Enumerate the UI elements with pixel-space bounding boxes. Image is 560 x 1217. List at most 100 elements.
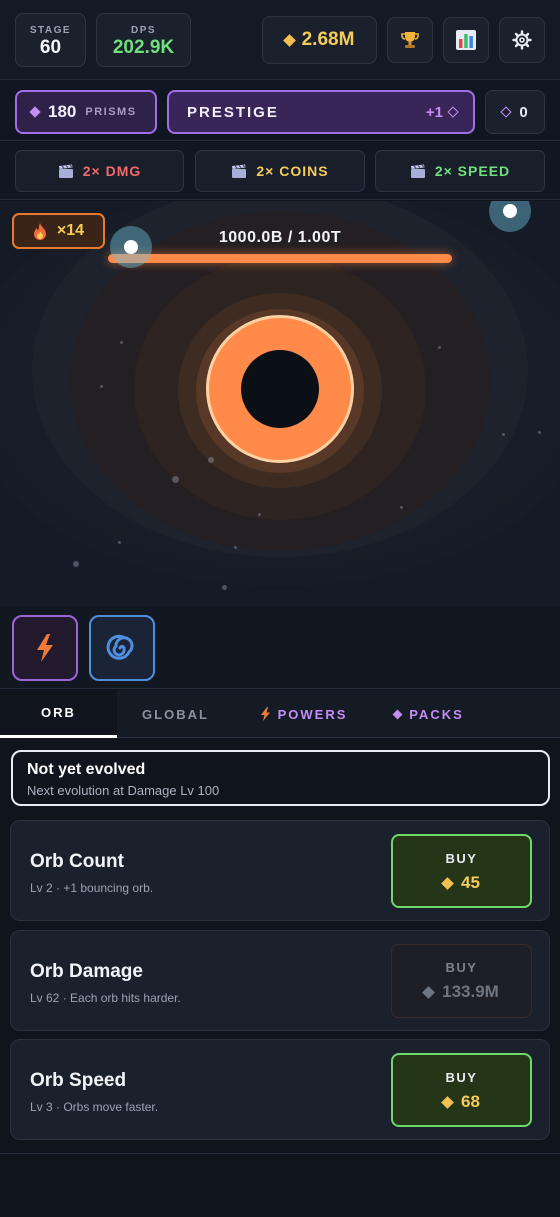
boost-coins-button[interactable]: 2× COINS xyxy=(195,150,365,192)
target-hp-bar xyxy=(108,254,452,263)
tab-packs-label: PACKS xyxy=(409,706,464,722)
tab-powers-label: POWERS xyxy=(277,706,348,722)
trophy-icon xyxy=(401,32,419,48)
powers-bar xyxy=(0,607,560,689)
buy-label: BUY xyxy=(445,1070,478,1085)
game-area[interactable]: ×14 1000.0B / 1.00T xyxy=(0,201,560,607)
tab-global-label: GLOBAL xyxy=(142,706,209,722)
coin-balance: 2.68M xyxy=(262,16,377,64)
bouncing-orb xyxy=(110,226,152,268)
orb-core xyxy=(503,204,517,218)
upgrade-panel: Not yet evolved Next evolution at Damage… xyxy=(0,739,560,1154)
upgrade-description: Lv 2 · +1 bouncing orb. xyxy=(30,881,154,895)
buy-orb-count-button[interactable]: BUY 45 xyxy=(391,834,532,908)
buy-label: BUY xyxy=(445,851,478,866)
prism-outline-icon xyxy=(447,106,459,118)
boost-damage-label: 2× DMG xyxy=(82,163,142,179)
particle xyxy=(222,585,227,590)
particle xyxy=(400,506,403,509)
clapperboard-icon xyxy=(58,164,73,178)
stage-label: STAGE xyxy=(29,25,72,36)
buy-price-value: 45 xyxy=(461,873,480,892)
upgrade-description: Lv 62 · Each orb hits harder. xyxy=(30,991,181,1005)
prestige-gain: +1 xyxy=(425,103,459,121)
upgrade-name: Orb Speed xyxy=(30,1070,127,1091)
combo-badge: ×14 xyxy=(12,213,105,249)
bar-chart-icon xyxy=(456,30,476,50)
upgrade-name: Orb Damage xyxy=(30,961,143,982)
upgrade-description: Lv 3 · Orbs move faster. xyxy=(30,1100,159,1114)
power-lightning-button[interactable] xyxy=(12,615,78,681)
particle xyxy=(502,433,505,436)
boost-coins-label: 2× COINS xyxy=(256,163,329,179)
coin-icon xyxy=(282,33,296,47)
tab-packs[interactable]: PACKS xyxy=(374,690,484,738)
buy-label: BUY xyxy=(445,960,478,975)
achievements-button[interactable] xyxy=(387,17,433,63)
prisms-balance[interactable]: 180 PRISMS xyxy=(15,90,157,134)
lightning-icon xyxy=(260,707,270,721)
settings-button[interactable] xyxy=(499,17,545,63)
boost-speed-label: 2× SPEED xyxy=(434,163,511,179)
particle xyxy=(258,513,261,516)
boost-damage-button[interactable]: 2× DMG xyxy=(15,150,184,192)
particle xyxy=(172,476,179,483)
prism-count-value: 0 xyxy=(519,103,528,121)
combo-value: ×14 xyxy=(56,222,85,239)
particle xyxy=(438,346,441,349)
vortex-icon xyxy=(106,634,134,660)
tab-global[interactable]: GLOBAL xyxy=(117,690,234,738)
buy-price: 45 xyxy=(393,873,530,893)
evolution-status: Not yet evolved Next evolution at Damage… xyxy=(11,750,550,806)
buy-orb-damage-button[interactable]: BUY 133.9M xyxy=(391,944,532,1018)
buy-price-value: 68 xyxy=(461,1092,480,1111)
stats-button[interactable] xyxy=(443,17,489,63)
boost-row: 2× DMG 2× COINS 2× SPEED xyxy=(0,142,560,200)
particle xyxy=(208,457,214,463)
clapperboard-icon xyxy=(410,164,425,178)
top-bar: STAGE 60 DPS 202.9K 2.68M xyxy=(0,0,560,80)
buy-price: 133.9M xyxy=(392,982,531,1002)
orb-core xyxy=(124,240,138,254)
target-hp-text: 1000.0B / 1.00T xyxy=(218,229,342,246)
gear-icon xyxy=(512,30,532,50)
prism-outline-icon xyxy=(500,106,512,118)
particle xyxy=(234,546,237,549)
tab-powers[interactable]: POWERS xyxy=(234,690,374,738)
particle xyxy=(100,385,103,388)
prisms-value: 180 xyxy=(48,102,77,121)
boost-speed-button[interactable]: 2× SPEED xyxy=(375,150,545,192)
particle xyxy=(538,431,541,434)
evolution-title: Not yet evolved xyxy=(27,761,146,778)
coin-icon xyxy=(422,985,436,999)
power-vortex-button[interactable] xyxy=(89,615,155,681)
particle xyxy=(120,341,123,344)
coin-icon xyxy=(441,1095,454,1109)
upgrade-card-orb-count: Orb Count Lv 2 · +1 bouncing orb. BUY 45 xyxy=(10,820,550,921)
prestige-row: 180 PRISMS PRESTIGE +1 0 xyxy=(0,81,560,141)
upgrade-card-orb-speed: Orb Speed Lv 3 · Orbs move faster. BUY 6… xyxy=(10,1039,550,1140)
tab-orb[interactable]: ORB xyxy=(0,690,117,738)
buy-price-value: 133.9M xyxy=(442,982,499,1001)
tab-orb-label: ORB xyxy=(41,705,76,720)
buy-price: 68 xyxy=(393,1092,530,1112)
buy-orb-speed-button[interactable]: BUY 68 xyxy=(391,1053,532,1127)
prestige-gain-value: +1 xyxy=(425,103,443,121)
particle xyxy=(73,561,79,567)
prism-counter: 0 xyxy=(485,90,545,134)
lightning-icon xyxy=(37,634,53,662)
target-hp-fill xyxy=(108,254,452,263)
stage-indicator: STAGE 60 xyxy=(15,13,86,67)
clapperboard-icon xyxy=(232,164,247,178)
coin-value: 2.68M xyxy=(301,29,355,50)
upgrade-name: Orb Count xyxy=(30,851,124,872)
prisms-label: PRISMS xyxy=(85,106,137,118)
dps-value: 202.9K xyxy=(112,37,175,58)
prism-icon xyxy=(29,106,41,118)
flame-icon xyxy=(33,223,46,240)
prism-icon xyxy=(392,709,403,719)
prestige-button[interactable]: PRESTIGE +1 xyxy=(167,90,475,134)
stage-value: 60 xyxy=(39,37,62,58)
upgrade-tabs: ORB GLOBAL POWERS PACKS xyxy=(0,690,560,738)
evolution-subtitle: Next evolution at Damage Lv 100 xyxy=(27,783,220,798)
